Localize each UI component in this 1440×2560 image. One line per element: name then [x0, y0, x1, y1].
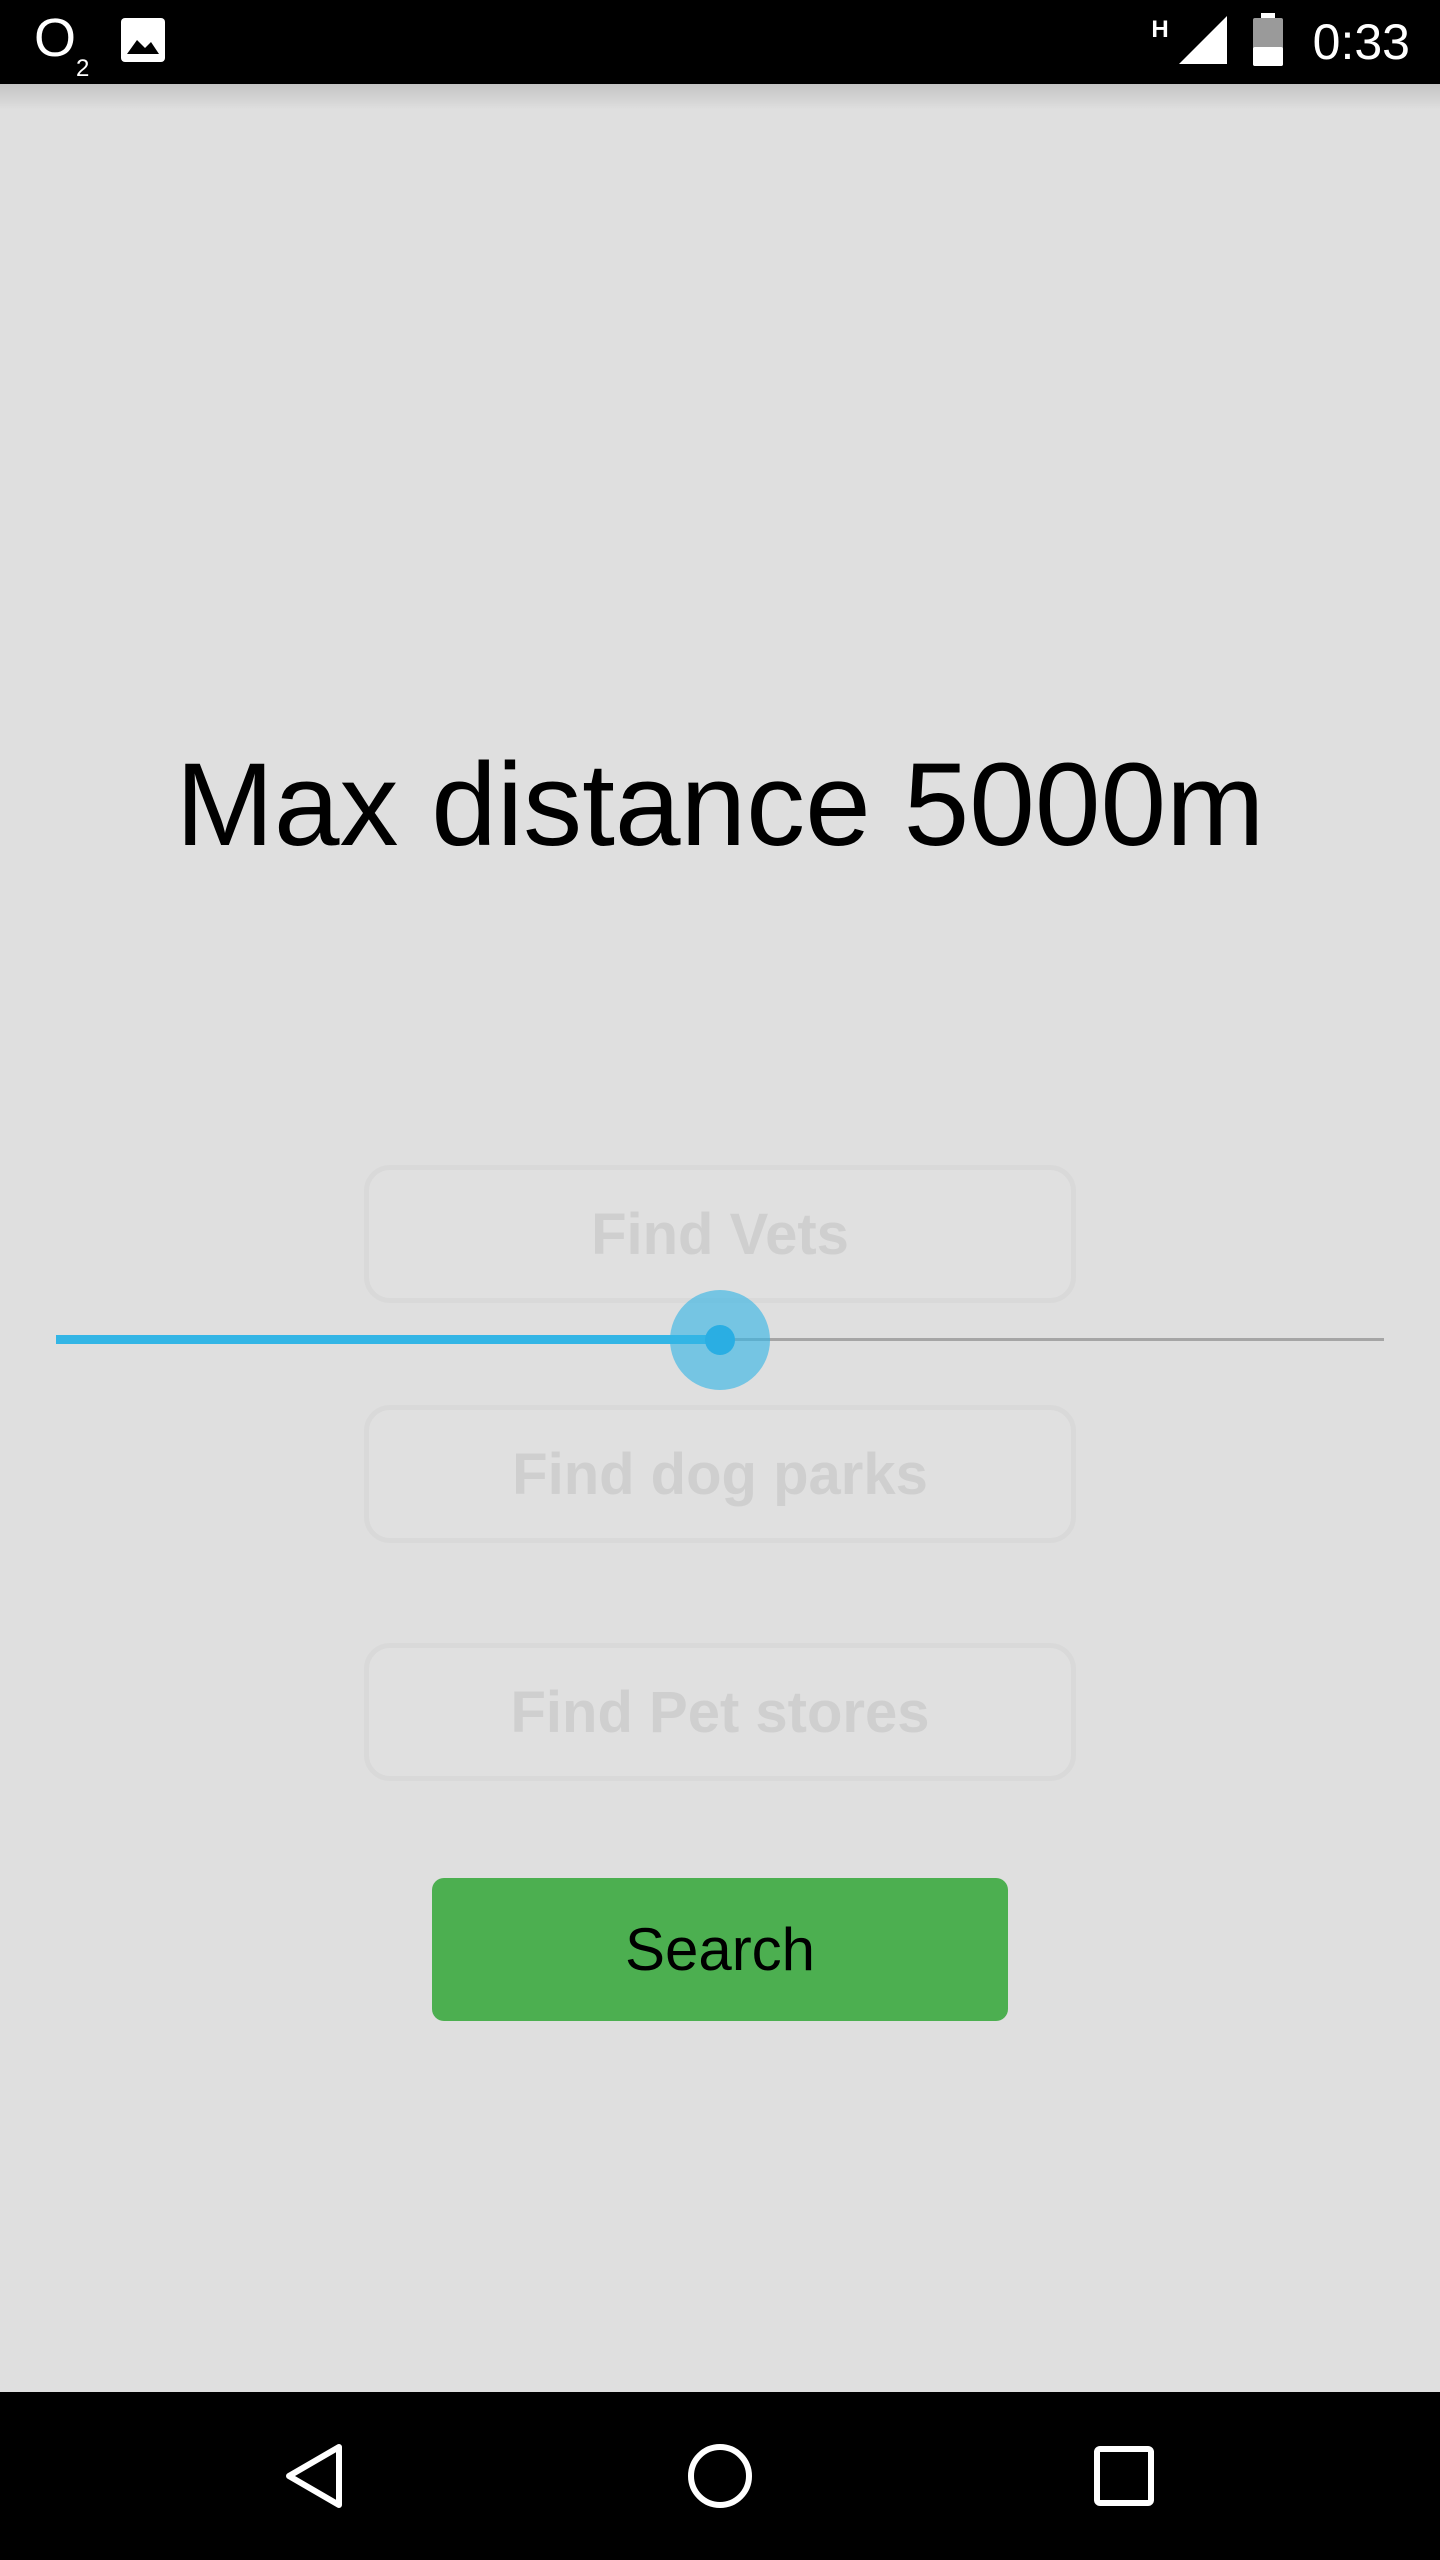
back-button[interactable]	[236, 2392, 396, 2560]
find-dog-parks-button[interactable]: Find dog parks	[364, 1405, 1076, 1543]
carrier-logo: O2	[34, 8, 90, 82]
status-bar: O2 H 0:33	[0, 0, 1440, 84]
max-distance-label: Max distance 5000m	[175, 739, 1265, 871]
app-screen: O2 H 0:33 Max distance 5000m Find Vets F…	[0, 0, 1440, 2560]
slider-thumb[interactable]	[705, 1325, 735, 1355]
recents-button[interactable]	[1044, 2392, 1204, 2560]
home-button[interactable]	[640, 2392, 800, 2560]
distance-slider[interactable]	[56, 1290, 1384, 1390]
clock: 0:33	[1312, 14, 1410, 70]
signal-icon	[1177, 14, 1229, 71]
battery-icon	[1251, 12, 1285, 72]
toolbar-shadow	[0, 84, 1440, 110]
slider-fill	[56, 1335, 720, 1344]
find-pet-stores-button[interactable]: Find Pet stores	[364, 1643, 1076, 1781]
recents-icon	[1094, 2446, 1154, 2506]
search-button[interactable]: Search	[432, 1878, 1008, 2021]
find-vets-button[interactable]: Find Vets	[364, 1165, 1076, 1303]
home-icon	[688, 2444, 752, 2508]
network-type: H	[1151, 16, 1169, 43]
navigation-bar	[0, 2392, 1440, 2560]
back-icon	[286, 2444, 342, 2508]
gallery-icon	[119, 16, 167, 69]
